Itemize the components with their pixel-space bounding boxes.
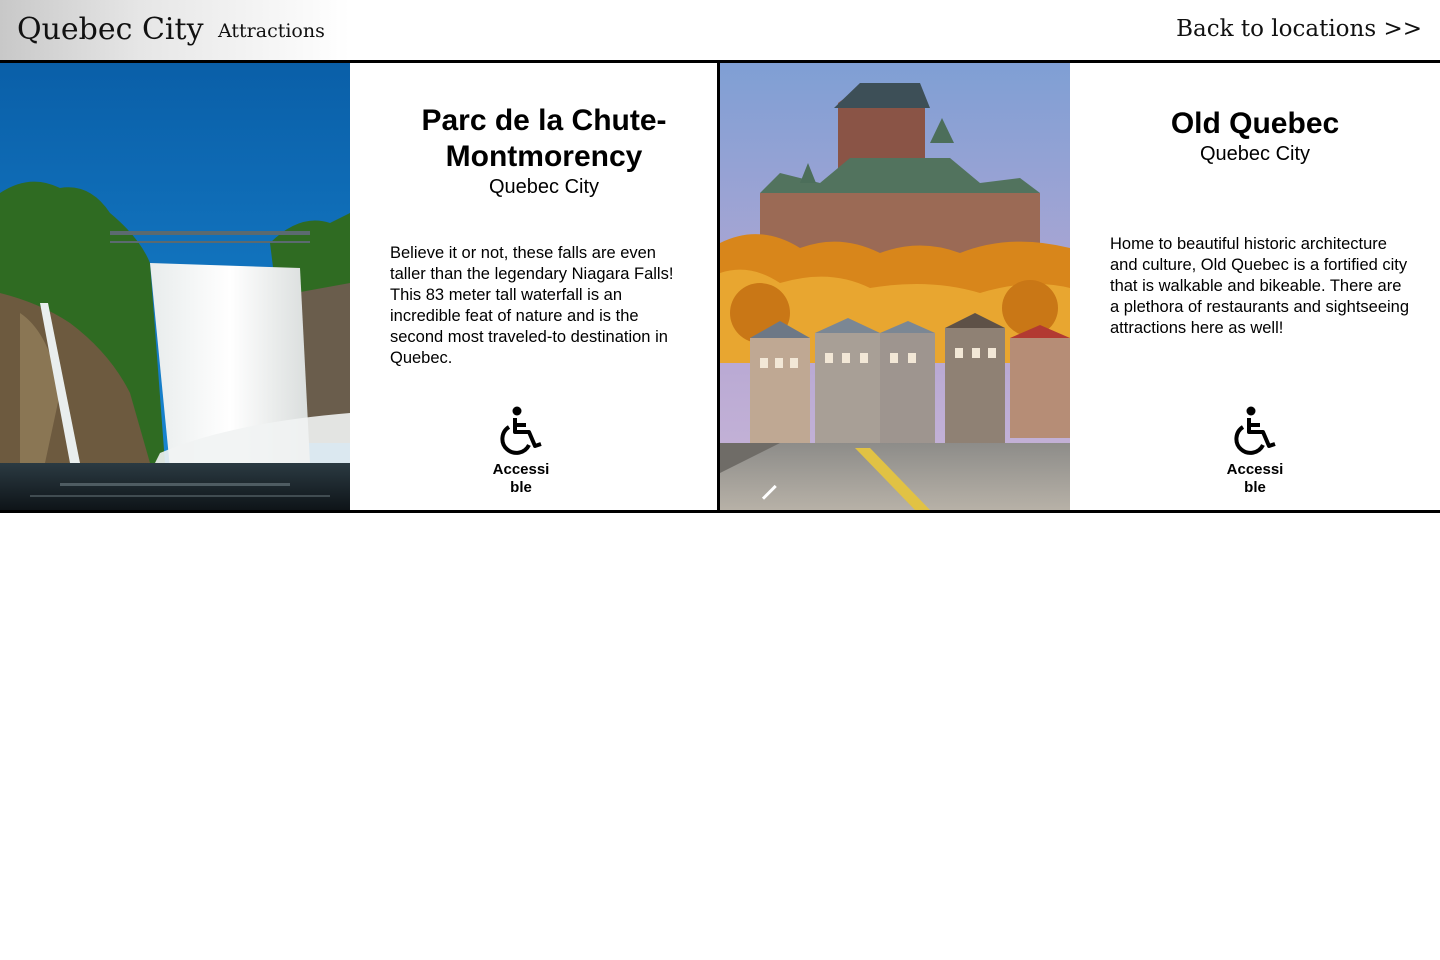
attraction-card-old-quebec[interactable]: Old Quebec Quebec City Home to beautiful… [720, 63, 1440, 510]
nav-attractions[interactable]: Attractions [218, 20, 325, 42]
top-navigation-bar: Quebec City Attractions Back to location… [0, 0, 1440, 60]
attraction-info: Old Quebec Quebec City Home to beautiful… [1070, 63, 1440, 510]
waterfall-illustration [0, 63, 350, 510]
wheelchair-icon [1234, 406, 1276, 455]
site-title[interactable]: Quebec City [17, 12, 204, 47]
attraction-city: Quebec City [1199, 143, 1311, 165]
accessible-label: Accessible [1226, 461, 1284, 496]
attraction-city: Quebec City [488, 176, 600, 198]
waterfall-photo [0, 63, 350, 510]
brand-block: Quebec City Attractions [0, 0, 350, 60]
accessible-badge: Accessible [1215, 406, 1295, 497]
attraction-description: Home to beautiful historic architecture … [1110, 235, 1410, 337]
old-quebec-photo [720, 63, 1070, 510]
old-quebec-illustration [720, 63, 1070, 510]
back-to-locations-link[interactable]: Back to locations >> [1176, 16, 1422, 42]
accessible-badge: Accessible [481, 406, 561, 497]
attraction-card-montmorency[interactable]: Parc de la Chute-Montmorency Quebec City… [0, 63, 718, 510]
accessible-label: Accessible [492, 461, 550, 496]
attraction-info: Parc de la Chute-Montmorency Quebec City… [350, 63, 718, 510]
attractions-list: Parc de la Chute-Montmorency Quebec City… [0, 60, 1440, 513]
attraction-title: Old Quebec [1170, 107, 1340, 140]
wheelchair-icon [500, 406, 542, 455]
attraction-title: Parc de la Chute-Montmorency [421, 104, 667, 173]
attraction-description: Believe it or not, these falls are even … [390, 244, 674, 367]
